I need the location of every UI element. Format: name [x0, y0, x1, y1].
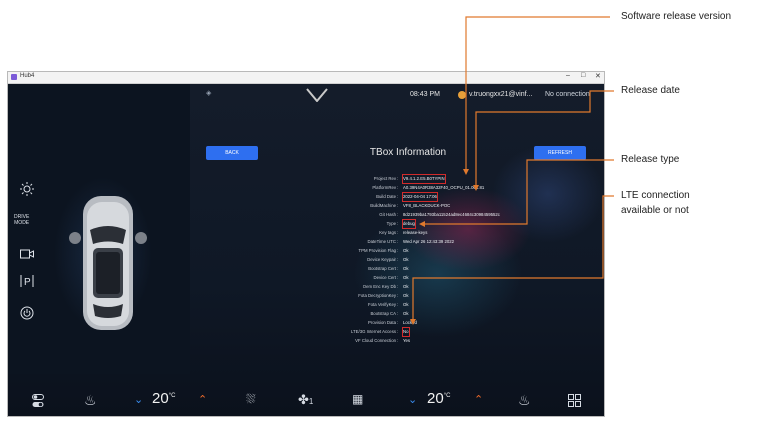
annotation-release-date: Release date	[621, 85, 680, 96]
annotation-lte-line2: available or not	[621, 205, 689, 216]
annotation-software-version: Software release version	[621, 11, 732, 22]
annotation-release-type: Release type	[621, 154, 680, 165]
annotation-lte-line1: LTE connection	[621, 190, 690, 201]
